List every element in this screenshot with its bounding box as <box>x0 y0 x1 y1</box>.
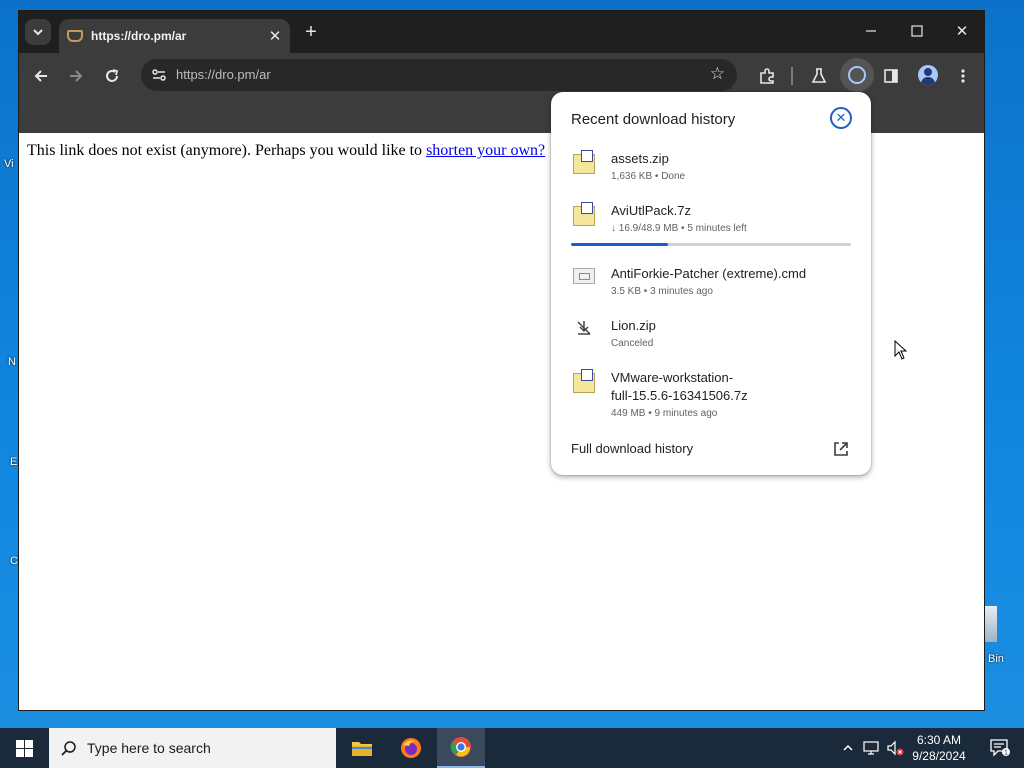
download-status: 1,636 KB • Done <box>611 171 686 182</box>
download-progress-ring-icon <box>848 66 866 84</box>
labs-flask-icon[interactable] <box>806 63 832 89</box>
desktop-icon-label[interactable]: E <box>10 456 17 468</box>
tab-active[interactable]: https://dro.pm/ar ✕ <box>59 19 290 53</box>
tab-strip: https://dro.pm/ar ✕ + ✕ <box>19 11 984 53</box>
download-progress-fill <box>571 243 668 246</box>
new-tab-icon[interactable]: + <box>299 21 323 45</box>
page-message-text: This link does not exist (anymore). Perh… <box>27 142 427 159</box>
chrome-icon <box>450 737 471 757</box>
desktop-icon-label[interactable]: Vi <box>4 158 14 170</box>
zip-file-icon <box>573 369 595 393</box>
side-panel-icon[interactable] <box>878 63 904 89</box>
close-icon[interactable]: ✕ <box>830 107 852 129</box>
desktop-icon-label[interactable]: N <box>8 356 16 368</box>
mouse-cursor-icon <box>894 340 908 360</box>
download-status: ↓ 16.9/48.9 MB • 5 minutes left <box>611 223 747 234</box>
download-name: Lion.zip <box>611 318 656 333</box>
canceled-download-icon <box>573 319 595 339</box>
download-status: 3.5 KB • 3 minutes ago <box>611 286 713 297</box>
full-download-history-link[interactable]: Full download history <box>571 441 693 456</box>
notification-icon: 1 <box>990 739 1010 757</box>
forward-icon[interactable] <box>63 63 89 89</box>
chrome-button[interactable] <box>437 728 485 768</box>
page-message: This link does not exist (anymore). Perh… <box>27 142 545 160</box>
download-name-line-2: full-15.5.6-16341506.7z <box>611 388 748 403</box>
open-external-icon[interactable] <box>833 441 849 457</box>
menu-kebab-icon[interactable] <box>950 63 976 89</box>
favicon-icon <box>67 30 83 42</box>
zip-file-icon <box>573 150 595 174</box>
firefox-icon <box>401 738 421 758</box>
downloads-bubble: Recent download history ✕ assets.zip 1,6… <box>551 92 871 475</box>
firefox-button[interactable] <box>387 728 435 768</box>
recycle-bin-icon[interactable] <box>983 606 997 642</box>
taskbar: Type here to search 6:30 AM 9/28/2024 1 <box>0 728 1024 768</box>
zip-file-icon <box>573 202 595 226</box>
close-window-icon[interactable]: ✕ <box>942 17 982 45</box>
toolbar-separator <box>791 67 793 85</box>
notification-center-button[interactable]: 1 <box>980 728 1020 768</box>
tray-chevron-up-icon[interactable] <box>838 728 858 768</box>
notification-count: 1 <box>1004 750 1008 757</box>
profile-avatar-icon[interactable] <box>918 65 938 85</box>
shorten-link[interactable]: shorten your own? <box>426 142 545 159</box>
download-status: Canceled <box>611 338 654 349</box>
url-text[interactable]: https://dro.pm/ar <box>176 67 271 82</box>
bubble-title: Recent download history <box>571 111 736 128</box>
recycle-bin-label[interactable]: Bin <box>988 653 1004 665</box>
address-bar[interactable]: https://dro.pm/ar ☆ <box>141 59 737 91</box>
network-icon[interactable] <box>860 728 882 768</box>
cmd-file-icon <box>573 268 595 284</box>
reload-icon[interactable] <box>99 63 125 89</box>
start-button[interactable] <box>0 728 48 768</box>
clock-date: 9/28/2024 <box>912 749 966 763</box>
tab-close-icon[interactable]: ✕ <box>264 25 286 47</box>
windows-logo-icon <box>15 739 33 757</box>
download-progress-bar <box>571 243 851 246</box>
download-name: AntiForkie-Patcher (extreme).cmd <box>611 266 807 281</box>
extensions-icon[interactable] <box>754 63 780 89</box>
download-name: AviUtlPack.7z <box>611 203 691 218</box>
clock-time: 6:30 AM <box>916 733 962 747</box>
tab-search-button[interactable] <box>25 19 51 45</box>
tab-title: https://dro.pm/ar <box>91 29 187 43</box>
download-name: assets.zip <box>611 151 669 166</box>
maximize-icon[interactable] <box>897 17 937 45</box>
site-info-icon[interactable] <box>151 67 167 83</box>
minimize-icon[interactable] <box>851 17 891 45</box>
system-clock[interactable]: 6:30 AM 9/28/2024 <box>904 732 974 764</box>
chevron-down-icon <box>33 29 43 36</box>
download-status: 449 MB • 9 minutes ago <box>611 408 718 419</box>
volume-muted-icon[interactable] <box>884 728 906 768</box>
search-icon <box>61 741 76 756</box>
taskbar-search-box[interactable]: Type here to search <box>49 728 336 768</box>
search-placeholder: Type here to search <box>87 740 211 756</box>
desktop-icon-label[interactable]: C <box>10 555 18 567</box>
file-explorer-button[interactable] <box>338 728 386 768</box>
bookmark-star-icon[interactable]: ☆ <box>710 64 725 84</box>
folder-icon <box>352 742 372 756</box>
download-name-line-1: VMware-workstation- <box>611 370 734 385</box>
back-icon[interactable] <box>28 63 54 89</box>
toolbar: https://dro.pm/ar ☆ <box>19 53 984 97</box>
